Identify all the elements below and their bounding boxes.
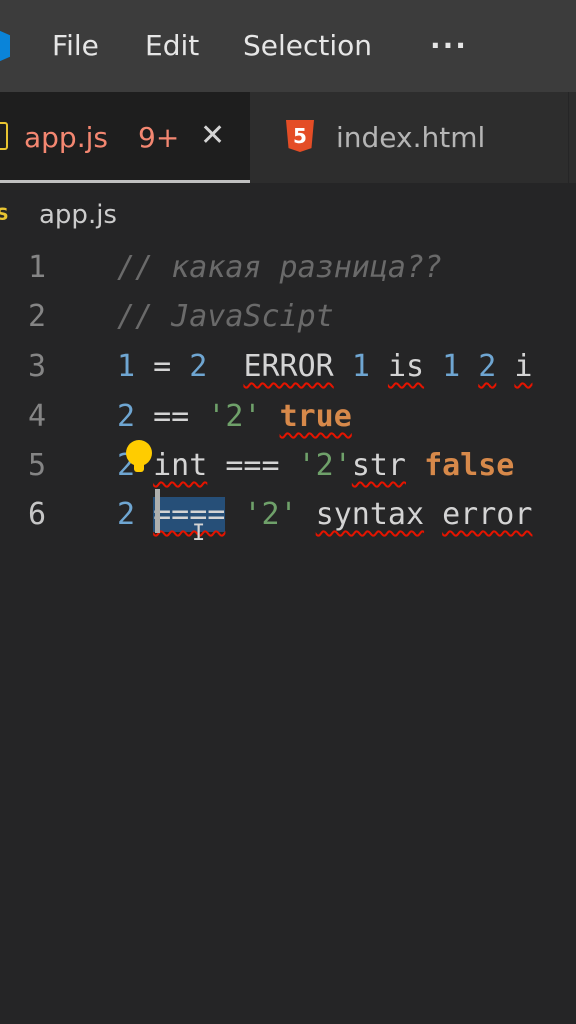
tab-app-js[interactable]: app.js 9+ ✕ [0, 92, 250, 183]
line-number: 5 [28, 448, 47, 483]
code-token: ERROR [243, 349, 334, 384]
code-token: str [351, 448, 406, 483]
code-token: 1 [117, 349, 136, 384]
code-text: 2 ==== '2' syntax error [117, 494, 532, 536]
breadcrumb: JS app.js [0, 183, 576, 245]
more-menu-icon[interactable]: ··· [430, 28, 468, 64]
code-token: === [207, 448, 298, 483]
code-token: false [424, 448, 515, 483]
code-text: 2 == '2' true [117, 396, 352, 438]
code-line[interactable]: 2 // JavaScipt [0, 296, 576, 346]
code-token: ==== [153, 497, 226, 532]
close-icon[interactable]: ✕ [200, 118, 225, 154]
code-token: 1 [442, 349, 461, 384]
line-number: 1 [28, 250, 47, 285]
code-comment: // JavaScipt [117, 299, 334, 334]
code-token: 2 [189, 349, 208, 384]
js-file-icon [0, 122, 8, 150]
code-line[interactable]: 1 // какая разница?? [0, 247, 576, 297]
code-token: i [514, 349, 533, 384]
code-token: error [442, 497, 533, 532]
menu-file[interactable]: File [52, 28, 99, 64]
code-line[interactable]: 3 1 = 2 ERROR 1 is 1 2 i [0, 346, 576, 396]
line-number: 4 [28, 399, 47, 434]
code-token: true [279, 399, 352, 434]
tab-index-html[interactable]: 5 index.html [252, 92, 569, 183]
js-file-icon: JS [0, 205, 9, 225]
menu-selection[interactable]: Selection [243, 28, 372, 64]
tab-bar: app.js 9+ ✕ 5 index.html [0, 92, 576, 183]
code-text: 2 int === '2'str false [117, 445, 514, 487]
line-number: 2 [28, 299, 47, 334]
code-comment: // какая разница?? [117, 250, 443, 285]
code-line[interactable]: 5 2 int === '2'str false [0, 445, 576, 495]
vscode-logo-icon[interactable] [0, 28, 10, 64]
vscode-window: File Edit Selection ··· app.js 9+ ✕ 5 in… [0, 0, 576, 1024]
tab-label: app.js [24, 121, 108, 154]
code-token: 2 [117, 399, 136, 434]
lightbulb-icon[interactable] [126, 440, 152, 474]
menu-edit[interactable]: Edit [145, 28, 199, 64]
code-token: int [153, 448, 208, 483]
text-cursor [155, 489, 160, 533]
code-token: = [135, 349, 190, 384]
code-editor[interactable]: 1 // какая разница?? 2 // JavaScipt 3 1 = 2 E… [0, 245, 576, 1024]
code-token: '2' [243, 497, 298, 532]
code-token: '2' [297, 448, 352, 483]
code-token: 2 [478, 349, 497, 384]
tab-label: index.html [336, 121, 486, 154]
code-token: 1 [351, 349, 370, 384]
code-token: is [387, 349, 425, 384]
menu-bar: File Edit Selection ··· [0, 0, 576, 92]
code-text: // какая разница?? [117, 247, 442, 289]
code-token: syntax [315, 497, 425, 532]
code-text: // JavaScipt [117, 296, 334, 338]
problems-count-badge: 9+ [138, 121, 180, 154]
ibeam-cursor-icon: I [192, 521, 206, 546]
code-token: '2' [207, 399, 262, 434]
breadcrumb-item-app-js[interactable]: app.js [39, 197, 117, 233]
line-number: 3 [28, 349, 47, 384]
code-text: 1 = 2 ERROR 1 is 1 2 i [117, 346, 532, 388]
code-line[interactable]: 4 2 == '2' true [0, 396, 576, 446]
code-token: 2 [117, 497, 136, 532]
code-line[interactable]: 6 2 ==== '2' syntax error [0, 494, 576, 544]
code-token: == [135, 399, 208, 434]
html5-icon: 5 [286, 120, 314, 152]
line-number: 6 [28, 497, 47, 532]
